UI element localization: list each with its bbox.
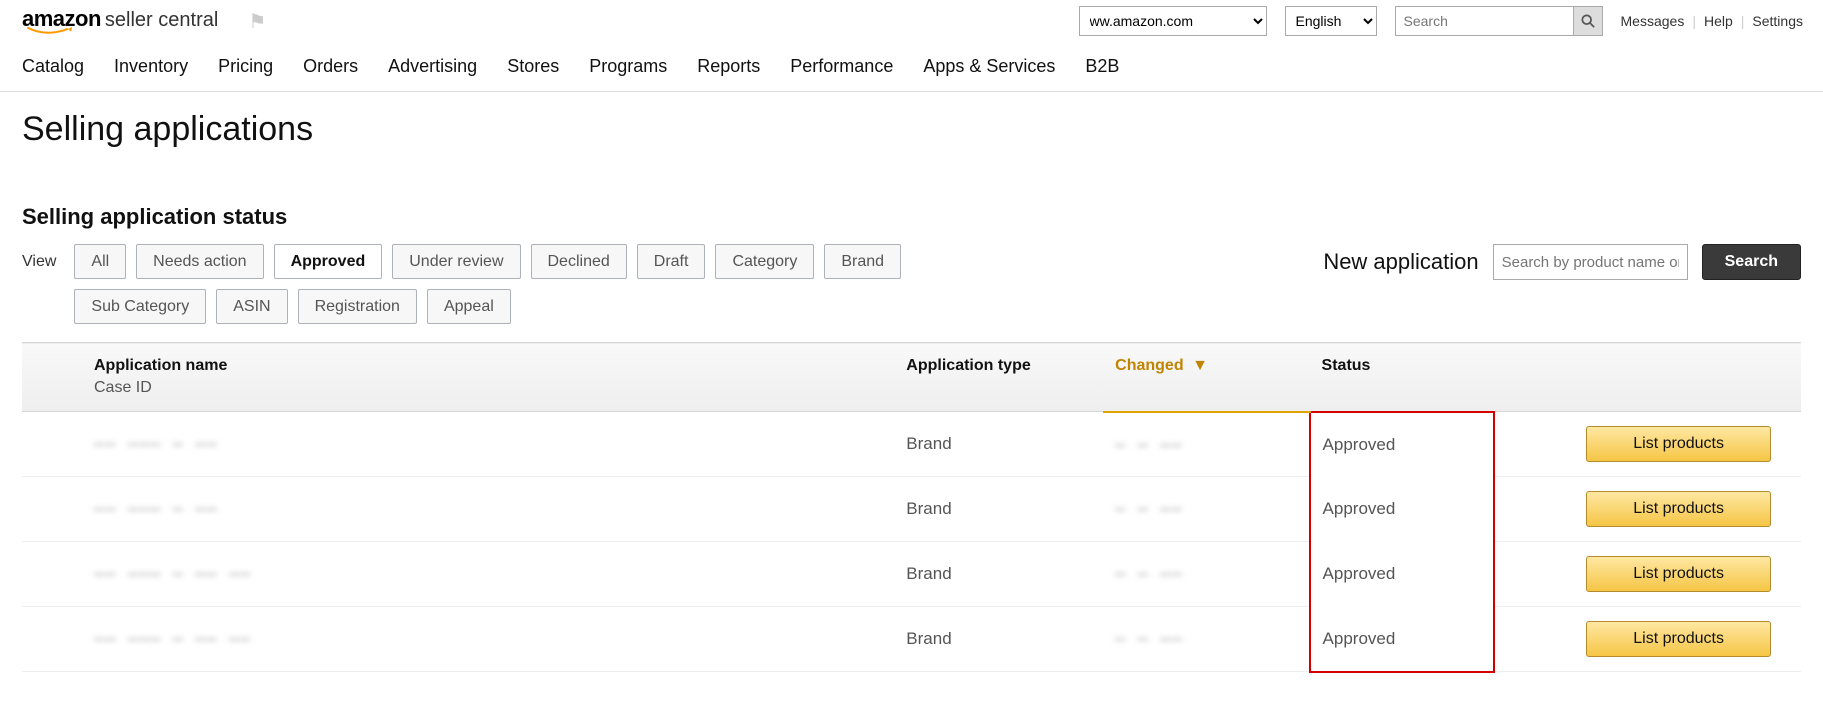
flag-icon[interactable]: ⚑ xyxy=(248,9,266,34)
nav-orders[interactable]: Orders xyxy=(303,56,358,77)
nav-catalog[interactable]: Catalog xyxy=(22,56,84,77)
list-products-button[interactable]: List products xyxy=(1586,491,1771,527)
col-header-type[interactable]: Application type xyxy=(894,343,1103,412)
product-search-input[interactable] xyxy=(1493,244,1688,280)
nav-inventory[interactable]: Inventory xyxy=(114,56,188,77)
changed-date-redacted: — — —— xyxy=(1115,499,1182,519)
col-header-changed[interactable]: Changed ▼ xyxy=(1103,343,1309,412)
cell-status: Approved xyxy=(1310,607,1494,672)
nav-advertising[interactable]: Advertising xyxy=(388,56,477,77)
application-name-redacted: —— ——— — —— —— xyxy=(94,629,251,649)
filter-asin[interactable]: ASIN xyxy=(216,289,287,324)
view-label: View xyxy=(22,244,56,280)
help-link[interactable]: Help xyxy=(1704,13,1733,29)
nav-apps-services[interactable]: Apps & Services xyxy=(923,56,1055,77)
cell-status: Approved xyxy=(1310,542,1494,607)
logo[interactable]: amazon seller central xyxy=(22,6,218,36)
col-header-status[interactable]: Status xyxy=(1310,343,1494,412)
cell-status: Approved xyxy=(1310,412,1494,477)
cell-type: Brand xyxy=(894,542,1103,607)
filter-approved[interactable]: Approved xyxy=(274,244,383,279)
global-search-button[interactable] xyxy=(1573,6,1603,36)
changed-date-redacted: — — —— xyxy=(1115,629,1182,649)
nav-pricing[interactable]: Pricing xyxy=(218,56,273,77)
page-title: Selling applications xyxy=(22,110,1801,149)
filter-category[interactable]: Category xyxy=(715,244,814,279)
messages-link[interactable]: Messages xyxy=(1621,13,1685,29)
main-nav: Catalog Inventory Pricing Orders Adverti… xyxy=(0,42,1823,92)
nav-performance[interactable]: Performance xyxy=(790,56,893,77)
sort-desc-icon: ▼ xyxy=(1192,357,1208,374)
application-name-redacted: —— ——— — —— xyxy=(94,499,218,519)
table-row: —— ——— — —— Brand — — —— Approved List p… xyxy=(22,477,1801,542)
list-products-button[interactable]: List products xyxy=(1586,621,1771,657)
top-header: amazon seller central ⚑ ww.amazon.com En… xyxy=(0,0,1823,42)
filter-draft[interactable]: Draft xyxy=(637,244,706,279)
marketplace-select[interactable]: ww.amazon.com xyxy=(1079,6,1267,36)
filter-sub-category[interactable]: Sub Category xyxy=(74,289,206,324)
filter-registration[interactable]: Registration xyxy=(298,289,417,324)
filter-brand[interactable]: Brand xyxy=(824,244,901,279)
filter-all[interactable]: All xyxy=(74,244,126,279)
filter-declined[interactable]: Declined xyxy=(531,244,627,279)
table-row: —— ——— — —— —— Brand — — —— Approved Lis… xyxy=(22,542,1801,607)
product-search-button[interactable]: Search xyxy=(1702,244,1801,280)
filter-needs-action[interactable]: Needs action xyxy=(136,244,263,279)
changed-date-redacted: — — —— xyxy=(1115,564,1182,584)
logo-subtitle: seller central xyxy=(105,9,218,32)
cell-status: Approved xyxy=(1310,477,1494,542)
nav-stores[interactable]: Stores xyxy=(507,56,559,77)
nav-programs[interactable]: Programs xyxy=(589,56,667,77)
col-header-name[interactable]: Application name Case ID xyxy=(22,343,894,412)
col-header-action xyxy=(1494,343,1801,412)
language-select[interactable]: English xyxy=(1285,6,1377,36)
filter-buttons: All Needs action Approved Under review D… xyxy=(74,244,944,324)
section-title: Selling application status xyxy=(22,204,1801,230)
list-products-button[interactable]: List products xyxy=(1586,556,1771,592)
nav-reports[interactable]: Reports xyxy=(697,56,760,77)
filter-appeal[interactable]: Appeal xyxy=(427,289,511,324)
list-products-button[interactable]: List products xyxy=(1586,426,1771,462)
application-name-redacted: —— ——— — —— xyxy=(94,434,218,454)
cell-type: Brand xyxy=(894,477,1103,542)
table-row: —— ——— — —— —— Brand — — —— Approved Lis… xyxy=(22,607,1801,672)
nav-b2b[interactable]: B2B xyxy=(1085,56,1119,77)
search-icon xyxy=(1581,14,1595,28)
cell-type: Brand xyxy=(894,412,1103,477)
changed-date-redacted: — — —— xyxy=(1115,435,1182,455)
application-name-redacted: —— ——— — —— —— xyxy=(94,564,251,584)
cell-type: Brand xyxy=(894,607,1103,672)
settings-link[interactable]: Settings xyxy=(1752,13,1803,29)
logo-wordmark: amazon xyxy=(22,6,101,32)
filter-under-review[interactable]: Under review xyxy=(392,244,520,279)
applications-table: Application name Case ID Application typ… xyxy=(22,342,1801,673)
table-row: —— ——— — —— Brand — — —— Approved List p… xyxy=(22,412,1801,477)
new-application-label: New application xyxy=(1323,249,1478,275)
global-search-input[interactable] xyxy=(1395,6,1573,36)
